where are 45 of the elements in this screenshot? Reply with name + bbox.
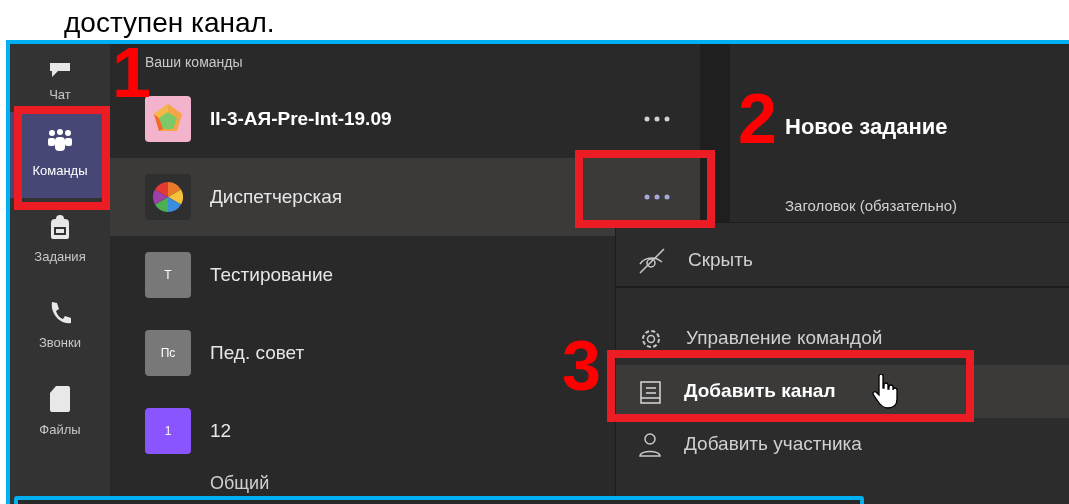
rail-label: Задания xyxy=(34,248,86,267)
team-avatar xyxy=(145,174,191,220)
backpack-icon xyxy=(50,215,70,240)
team-name[interactable]: Пед. совет xyxy=(210,338,305,368)
more-options-icon[interactable] xyxy=(644,116,670,122)
rail-label: Чат xyxy=(49,85,71,104)
rail-label: Команды xyxy=(32,162,88,181)
field-label: Заголовок (обязательно) xyxy=(785,196,959,216)
menu-label: Добавить канал xyxy=(684,379,836,404)
team-avatar: 1 xyxy=(145,408,191,454)
team-avatar: Пс xyxy=(145,330,191,376)
menu-label: Добавить участника xyxy=(684,432,862,457)
team-name[interactable]: 12 xyxy=(210,416,232,446)
rail-item[interactable]: Задания xyxy=(10,198,110,284)
menu-item[interactable]: Управление командой xyxy=(616,312,1069,365)
menu-label: Управление командой xyxy=(686,326,883,351)
phone-icon xyxy=(49,301,71,326)
team-row[interactable]: Диспетчерская xyxy=(110,158,700,236)
teams-icon xyxy=(47,129,73,154)
team-name[interactable]: II-3-АЯ-Pre-Int-19.09 xyxy=(210,104,392,134)
rail-label: Звонки xyxy=(39,334,81,353)
team-name[interactable]: Тестирование xyxy=(210,260,334,290)
list-icon xyxy=(638,378,662,405)
step-number: 3 xyxy=(562,331,601,401)
panel-title: Новое задание xyxy=(785,113,949,141)
team-name: Диспетчерская xyxy=(210,184,343,209)
rail-item[interactable]: Чат xyxy=(10,44,110,112)
menu-item[interactable]: Добавить канал xyxy=(616,365,1069,418)
team-avatar xyxy=(145,96,191,142)
person-icon xyxy=(638,431,662,458)
team-avatar: Т xyxy=(145,252,191,298)
rail-item[interactable]: Звонки xyxy=(10,284,110,370)
eye-slash-icon xyxy=(638,247,666,274)
hand-cursor-icon xyxy=(872,374,898,410)
slide-heading: доступен канал. xyxy=(64,8,275,38)
chat-icon xyxy=(49,62,71,77)
rail-item[interactable]: Файлы xyxy=(10,370,110,456)
more-options-icon[interactable] xyxy=(644,194,670,200)
rail-label: Файлы xyxy=(39,421,81,440)
step-number: 2 xyxy=(738,84,777,154)
menu-label: Скрыть xyxy=(688,248,753,273)
menu-item[interactable]: Скрыть xyxy=(616,235,1069,288)
menu-item[interactable]: Добавить участника xyxy=(616,418,1069,471)
file-icon xyxy=(50,386,70,413)
channel-name: Общий xyxy=(210,473,270,493)
